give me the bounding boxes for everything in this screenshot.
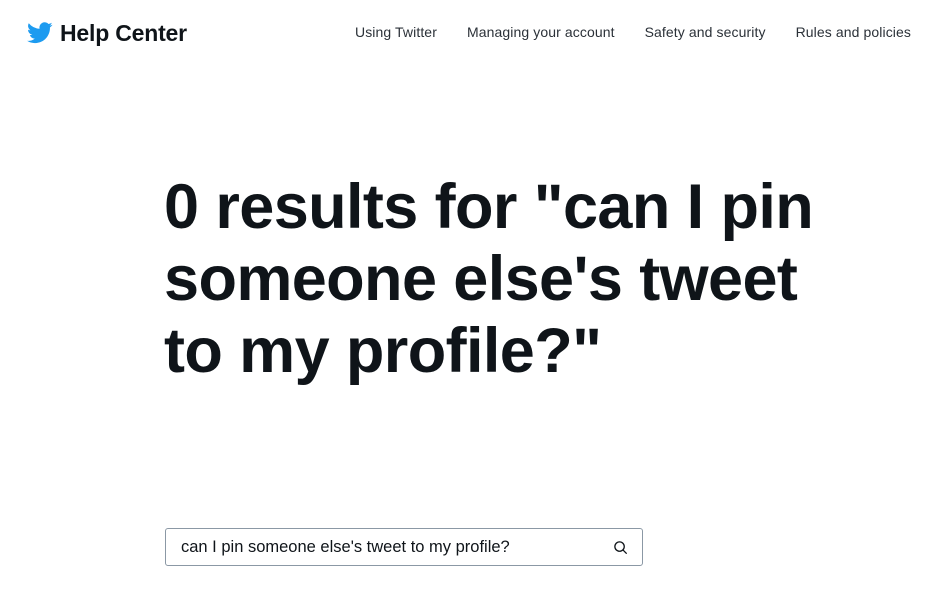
search-button[interactable] [598, 529, 642, 565]
top-nav: Using Twitter Managing your account Safe… [355, 24, 911, 40]
brand-title: Help Center [60, 19, 187, 46]
nav-item-rules-and-policies[interactable]: Rules and policies [796, 24, 911, 40]
twitter-bird-icon [27, 22, 53, 44]
search-box [165, 528, 643, 566]
search-icon [613, 540, 628, 555]
results-heading: 0 results for "can I pin someone else's … [164, 172, 814, 386]
search-input[interactable] [166, 529, 598, 565]
help-center-home-link[interactable]: Help Center [27, 17, 187, 49]
nav-item-managing-your-account[interactable]: Managing your account [467, 24, 615, 40]
nav-item-using-twitter[interactable]: Using Twitter [355, 24, 437, 40]
nav-item-safety-and-security[interactable]: Safety and security [645, 24, 766, 40]
site-header: Help Center Using Twitter Managing your … [0, 0, 938, 68]
